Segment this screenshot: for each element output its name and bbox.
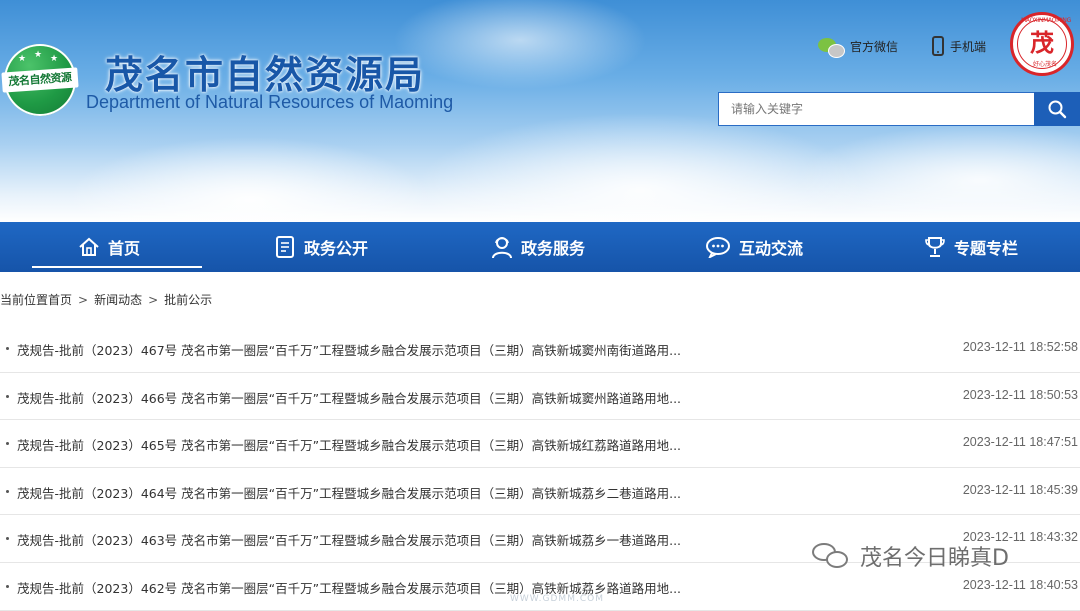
article-title-link[interactable]: 茂规告-批前（2023）467号 茂名市第一圈层“百千万”工程暨城乡融合发展示范… [17, 340, 681, 359]
watermark-site: WWW.GDMM.COM [510, 594, 604, 604]
header-banner: ★ ★ ★ 茂名自然资源 茂名市自然资源局 Department of Natu… [0, 0, 1080, 222]
nav-item-special-topics[interactable]: 专题专栏 [924, 222, 1018, 272]
nav-item-gov-info[interactable]: 政务公开 [274, 222, 368, 272]
mobile-label: 手机端 [950, 39, 987, 54]
article-title-link[interactable]: 茂规告-批前（2023）465号 茂名市第一圈层“百千万”工程暨城乡融合发展示范… [17, 435, 681, 454]
star-icon: ★ [50, 54, 59, 64]
wechat-outline-icon [812, 541, 852, 571]
maoming-seal-logo: MAOXINMAOMING 茂 好心茂名 [1010, 12, 1074, 76]
bullet-icon [6, 584, 9, 588]
bullet-icon [6, 537, 9, 541]
mobile-link[interactable]: 手机端 [932, 36, 986, 56]
home-icon [79, 237, 99, 256]
breadcrumb-item-prepublicity[interactable]: 批前公示 [164, 293, 212, 307]
article-title-link[interactable]: 茂规告-批前（2023）463号 茂名市第一圈层“百千万”工程暨城乡融合发展示范… [17, 530, 681, 549]
star-icon: ★ [34, 50, 43, 60]
bullet-icon [6, 489, 9, 493]
nav-label: 专题专栏 [954, 239, 1019, 258]
article-title-link[interactable]: 茂规告-批前（2023）466号 茂名市第一圈层“百千万”工程暨城乡融合发展示范… [17, 388, 681, 407]
watermark-text: 茂名今日睇真D [860, 546, 1009, 571]
nav-label: 政务服务 [521, 239, 586, 258]
site-title[interactable]: 茂名市自然资源局 [105, 44, 425, 99]
bureau-emblem-logo[interactable]: ★ ★ ★ 茂名自然资源 [1, 44, 79, 116]
trophy-icon [925, 237, 945, 257]
breadcrumb-separator: > [78, 293, 89, 307]
breadcrumb: 当前位置首页 > 新闻动态 > 批前公示 [0, 291, 212, 308]
seal-mark: 茂 [1030, 28, 1054, 57]
article-date: 2023-12-11 18:45:39 [962, 482, 1078, 497]
bullet-icon [6, 394, 9, 398]
wechat-watermark: 茂名今日睇真D [812, 540, 1009, 572]
list-item: 茂规告-批前（2023）464号 茂名市第一圈层“百千万”工程暨城乡融合发展示范… [0, 468, 1080, 516]
list-item: 茂规告-批前（2023）466号 茂名市第一圈层“百千万”工程暨城乡融合发展示范… [0, 373, 1080, 421]
breadcrumb-separator: > [148, 293, 159, 307]
top-links: 官方微信 手机端 [818, 36, 986, 58]
article-date: 2023-12-11 18:40:53 [962, 577, 1078, 592]
article-date: 2023-12-11 18:47:51 [962, 435, 1078, 450]
list-item: 茂规告-批前（2023）467号 茂名市第一圈层“百千万”工程暨城乡融合发展示范… [0, 325, 1080, 373]
chat-icon [706, 237, 730, 258]
bullet-icon [6, 347, 9, 350]
list-item: 茂规告-批前（2023）465号 茂名市第一圈层“百千万”工程暨城乡融合发展示范… [0, 420, 1080, 468]
site-subtitle: Department of Natural Resources of Maomi… [86, 92, 454, 112]
search-button[interactable] [1034, 92, 1080, 126]
document-icon [276, 236, 294, 258]
article-title-link[interactable]: 茂规告-批前（2023）464号 茂名市第一圈层“百千万”工程暨城乡融合发展示范… [17, 483, 681, 502]
nav-label: 首页 [108, 239, 141, 258]
star-icon: ★ [18, 54, 27, 64]
search-input[interactable] [718, 92, 1034, 126]
emblem-text: 茂名自然资源 [1, 67, 79, 93]
breadcrumb-item-home[interactable]: 首页 [48, 293, 72, 307]
nav-item-home[interactable]: 首页 [31, 222, 203, 272]
article-date: 2023-12-11 18:52:58 [962, 340, 1078, 354]
wechat-icon [818, 36, 845, 58]
nav-label: 互动交流 [739, 239, 804, 258]
nav-label: 政务公开 [304, 239, 369, 258]
bullet-icon [6, 442, 9, 446]
breadcrumb-prefix: 当前位置 [0, 293, 49, 307]
wechat-label: 官方微信 [850, 39, 899, 54]
service-person-icon [492, 237, 512, 259]
search-bar [718, 92, 1080, 126]
search-icon [1048, 100, 1067, 119]
wechat-link[interactable]: 官方微信 [818, 36, 899, 58]
breadcrumb-item-news[interactable]: 新闻动态 [94, 293, 142, 307]
nav-item-gov-service[interactable]: 政务服务 [491, 222, 585, 272]
nav-item-interaction[interactable]: 互动交流 [705, 222, 803, 272]
article-date: 2023-12-11 18:50:53 [962, 387, 1078, 402]
main-nav: 首页 政务公开 政务服务 互动交流 专题专栏 [0, 222, 1080, 272]
phone-icon [932, 36, 945, 56]
